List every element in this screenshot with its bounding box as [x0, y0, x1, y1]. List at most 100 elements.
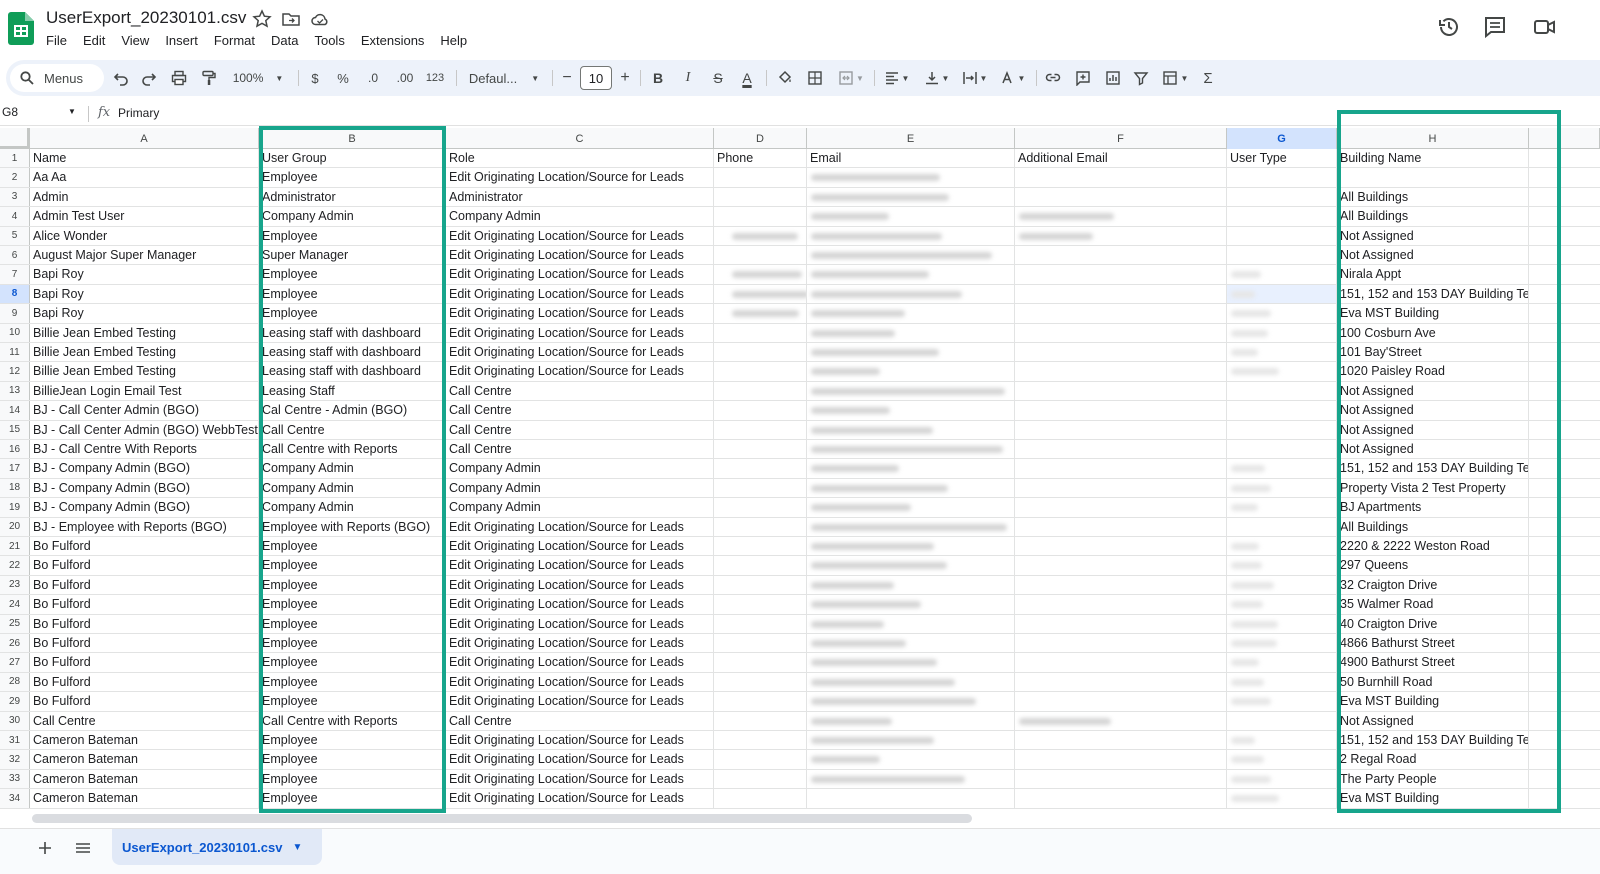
- font-size-input[interactable]: 10: [580, 66, 612, 90]
- cell-d[interactable]: [714, 246, 807, 265]
- cell-a[interactable]: Billie Jean Embed Testing: [30, 343, 259, 362]
- row-number[interactable]: 2: [0, 168, 30, 187]
- cell-c[interactable]: Edit Originating Location/Source for Lea…: [446, 750, 714, 769]
- italic-button[interactable]: I: [678, 60, 698, 96]
- cell-d[interactable]: [714, 556, 807, 575]
- row-number[interactable]: 34: [0, 789, 30, 808]
- cell-b[interactable]: Call Centre: [259, 420, 446, 439]
- cell-g[interactable]: [1227, 459, 1337, 478]
- cell-h[interactable]: Nirala Appt: [1337, 265, 1529, 284]
- cell-a[interactable]: Bo Fulford: [30, 614, 259, 633]
- menu-format[interactable]: Format: [206, 32, 263, 50]
- cell-a[interactable]: Call Centre: [30, 711, 259, 730]
- cell-e[interactable]: [807, 265, 1015, 284]
- cell-h[interactable]: 100 Cosburn Ave: [1337, 323, 1529, 342]
- cell-d[interactable]: [714, 381, 807, 401]
- cell-f[interactable]: [1015, 246, 1227, 265]
- cell-b[interactable]: Super Manager: [259, 246, 446, 265]
- row-number[interactable]: 11: [0, 343, 30, 362]
- cell-b[interactable]: Leasing staff with dashboard: [259, 362, 446, 381]
- cell-b[interactable]: Employee: [259, 304, 446, 323]
- cell-f[interactable]: [1015, 401, 1227, 420]
- cell-c[interactable]: Edit Originating Location/Source for Lea…: [446, 517, 714, 536]
- cell-h[interactable]: 35 Walmer Road: [1337, 595, 1529, 614]
- cell-d[interactable]: [714, 420, 807, 439]
- currency-format-button[interactable]: $: [306, 60, 324, 96]
- cell-h[interactable]: 151, 152 and 153 DAY Building Test: [1337, 731, 1529, 750]
- cell-d[interactable]: [714, 323, 807, 342]
- column-header-f[interactable]: F: [1015, 128, 1227, 149]
- column-header-g[interactable]: G: [1227, 128, 1337, 149]
- cell-g[interactable]: [1227, 750, 1337, 769]
- all-sheets-icon[interactable]: [74, 839, 92, 857]
- cell-g[interactable]: [1227, 343, 1337, 362]
- cell-b[interactable]: Employee: [259, 750, 446, 769]
- cell-h[interactable]: Not Assigned: [1337, 420, 1529, 439]
- row-number[interactable]: 29: [0, 692, 30, 711]
- cell-h[interactable]: 151, 152 and 153 DAY Building Test: [1337, 284, 1529, 304]
- cell-d[interactable]: [714, 537, 807, 556]
- cell-d[interactable]: [714, 575, 807, 595]
- cell-e[interactable]: [807, 575, 1015, 595]
- row-number[interactable]: 14: [0, 401, 30, 420]
- redo-icon[interactable]: [138, 60, 160, 96]
- cell-d[interactable]: [714, 304, 807, 323]
- cell-c[interactable]: Edit Originating Location/Source for Lea…: [446, 265, 714, 284]
- cell-d[interactable]: [714, 595, 807, 614]
- cell-b[interactable]: Employee: [259, 789, 446, 808]
- cell-a[interactable]: BJ - Company Admin (BGO): [30, 478, 259, 498]
- row-number[interactable]: 24: [0, 595, 30, 614]
- add-sheet-icon[interactable]: [36, 839, 54, 857]
- row-number[interactable]: 17: [0, 459, 30, 478]
- cell-d[interactable]: [714, 440, 807, 459]
- cell-e[interactable]: [807, 731, 1015, 750]
- cell-a[interactable]: BJ - Company Admin (BGO): [30, 459, 259, 478]
- column-header-c[interactable]: C: [446, 128, 714, 149]
- cell-e[interactable]: [807, 343, 1015, 362]
- cell-h[interactable]: Building Name: [1337, 149, 1529, 168]
- cell-f[interactable]: [1015, 265, 1227, 284]
- decrease-decimal-button[interactable]: .0: [362, 60, 384, 96]
- cell-f[interactable]: [1015, 498, 1227, 517]
- cell-c[interactable]: Company Admin: [446, 459, 714, 478]
- row-number[interactable]: 27: [0, 653, 30, 672]
- cell-d[interactable]: [714, 401, 807, 420]
- cell-h[interactable]: 4866 Bathurst Street: [1337, 634, 1529, 653]
- cell-g[interactable]: [1227, 246, 1337, 265]
- cell-e[interactable]: [807, 750, 1015, 769]
- cell-h[interactable]: 101 Bay'Street: [1337, 343, 1529, 362]
- cell-c[interactable]: Edit Originating Location/Source for Lea…: [446, 672, 714, 692]
- insert-chart-icon[interactable]: [1102, 60, 1124, 96]
- cell-c[interactable]: Edit Originating Location/Source for Lea…: [446, 595, 714, 614]
- zoom-select[interactable]: 100% ▼: [228, 60, 288, 96]
- cell-e[interactable]: [807, 556, 1015, 575]
- cell-f[interactable]: [1015, 304, 1227, 323]
- cell-d[interactable]: [714, 478, 807, 498]
- cell-d[interactable]: [714, 789, 807, 808]
- star-icon[interactable]: [252, 9, 272, 29]
- cell-g[interactable]: [1227, 401, 1337, 420]
- row-number[interactable]: 18: [0, 478, 30, 498]
- row-number[interactable]: 4: [0, 207, 30, 226]
- cell-c[interactable]: Call Centre: [446, 401, 714, 420]
- cell-d[interactable]: [714, 634, 807, 653]
- cell-a[interactable]: Bapi Roy: [30, 304, 259, 323]
- cell-e[interactable]: [807, 187, 1015, 207]
- undo-icon[interactable]: [110, 60, 132, 96]
- cell-a[interactable]: Cameron Bateman: [30, 731, 259, 750]
- cell-d[interactable]: [714, 672, 807, 692]
- cell-a[interactable]: BJ - Call Center Admin (BGO) WebbTest: [30, 420, 259, 439]
- functions-button[interactable]: Σ: [1198, 60, 1218, 96]
- horizontal-scrollbar[interactable]: [32, 814, 972, 823]
- cell-f[interactable]: [1015, 187, 1227, 207]
- cell-g[interactable]: [1227, 265, 1337, 284]
- cell-g[interactable]: [1227, 207, 1337, 226]
- cell-b[interactable]: Employee: [259, 692, 446, 711]
- cell-g[interactable]: [1227, 634, 1337, 653]
- row-number[interactable]: 20: [0, 517, 30, 536]
- cell-h[interactable]: All Buildings: [1337, 187, 1529, 207]
- column-header-e[interactable]: E: [807, 128, 1015, 149]
- cell-h[interactable]: Property Vista 2 Test Property: [1337, 478, 1529, 498]
- cell-e[interactable]: [807, 459, 1015, 478]
- name-box[interactable]: G8 ▼: [2, 105, 80, 119]
